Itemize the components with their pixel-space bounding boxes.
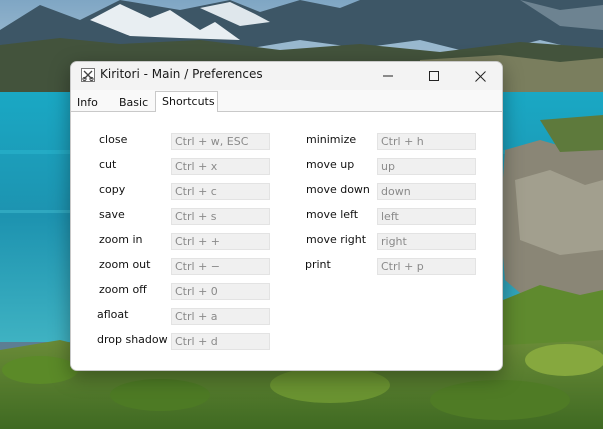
maximize-button[interactable] <box>411 62 457 90</box>
shortcut-label-zoom-off: zoom off <box>99 283 147 296</box>
preferences-window: Kiritori - Main / Preferences Info Basic… <box>70 61 503 371</box>
shortcut-label-move-left: move left <box>306 208 359 221</box>
shortcut-field-zoom-out[interactable]: Ctrl + − <box>171 258 270 275</box>
shortcut-label-drop-shadow: drop shadow <box>97 333 168 346</box>
minimize-button[interactable] <box>365 62 411 90</box>
shortcut-label-move-right: move right <box>306 233 367 246</box>
shortcut-field-move-up[interactable]: up <box>377 158 476 175</box>
shortcut-field-copy[interactable]: Ctrl + c <box>171 183 270 200</box>
shortcut-field-print[interactable]: Ctrl + p <box>377 258 476 275</box>
shortcut-label-cut: cut <box>99 158 117 171</box>
tab-info[interactable]: Info <box>77 93 98 111</box>
shortcut-label-save: save <box>99 208 125 221</box>
tab-shortcuts[interactable]: Shortcuts <box>155 91 218 112</box>
shortcut-label-close: close <box>99 133 128 146</box>
close-button[interactable] <box>457 62 502 90</box>
minimize-icon <box>383 75 393 77</box>
shortcut-field-move-right[interactable]: right <box>377 233 476 250</box>
window-title: Kiritori - Main / Preferences <box>100 67 263 81</box>
title-bar[interactable]: Kiritori - Main / Preferences <box>71 62 502 90</box>
tab-basic[interactable]: Basic <box>119 93 148 111</box>
shortcut-field-minimize[interactable]: Ctrl + h <box>377 133 476 150</box>
maximize-icon <box>429 71 439 81</box>
shortcut-field-cut[interactable]: Ctrl + x <box>171 158 270 175</box>
close-icon <box>474 70 486 82</box>
shortcut-field-zoom-in[interactable]: Ctrl + + <box>171 233 270 250</box>
shortcuts-panel: close Ctrl + w, ESC cut Ctrl + x copy Ct… <box>71 111 502 370</box>
shortcut-label-move-up: move up <box>306 158 355 171</box>
shortcut-field-move-left[interactable]: left <box>377 208 476 225</box>
tab-strip: Info Basic Shortcuts <box>71 91 502 112</box>
shortcut-label-print: print <box>305 258 331 271</box>
shortcut-label-minimize: minimize <box>306 133 357 146</box>
shortcut-field-zoom-off[interactable]: Ctrl + 0 <box>171 283 270 300</box>
shortcut-label-zoom-in: zoom in <box>99 233 143 246</box>
shortcut-field-afloat[interactable]: Ctrl + a <box>171 308 270 325</box>
shortcut-field-move-down[interactable]: down <box>377 183 476 200</box>
shortcut-field-drop-shadow[interactable]: Ctrl + d <box>171 333 270 350</box>
shortcut-label-zoom-out: zoom out <box>99 258 151 271</box>
shortcut-label-copy: copy <box>99 183 126 196</box>
shortcut-field-save[interactable]: Ctrl + s <box>171 208 270 225</box>
shortcut-label-move-down: move down <box>306 183 370 196</box>
shortcut-field-close[interactable]: Ctrl + w, ESC <box>171 133 270 150</box>
scissors-app-icon <box>81 68 95 82</box>
shortcut-label-afloat: afloat <box>97 308 129 321</box>
